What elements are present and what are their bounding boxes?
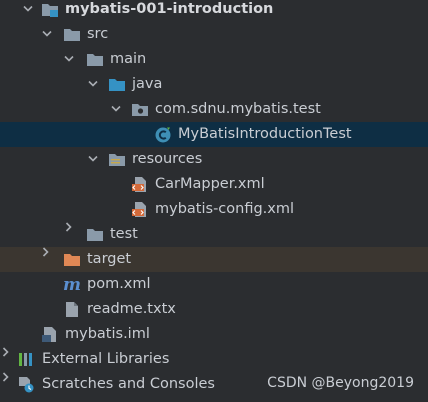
pom-label: pom.xml bbox=[87, 276, 151, 292]
car-mapper-label: CarMapper.xml bbox=[155, 176, 265, 192]
tree-row-iml[interactable]: mybatis.iml bbox=[0, 322, 428, 347]
tree-row-java[interactable]: java bbox=[0, 72, 428, 97]
tree-row-test-class[interactable]: MyBatisIntroductionTest bbox=[0, 122, 428, 147]
text-file-icon bbox=[63, 301, 81, 318]
target-label: target bbox=[87, 251, 132, 267]
project-root-label: mybatis-001-introduction bbox=[65, 1, 274, 17]
java-class-icon bbox=[154, 126, 172, 143]
resources-folder-icon bbox=[108, 151, 126, 168]
mybatis-config-label: mybatis-config.xml bbox=[155, 201, 295, 217]
chevron-down-icon[interactable] bbox=[63, 47, 75, 72]
chevron-right-icon[interactable] bbox=[41, 247, 53, 272]
iml-file-icon bbox=[41, 326, 59, 343]
tree-row-project-root[interactable]: mybatis-001-introduction bbox=[0, 0, 428, 22]
excluded-folder-icon bbox=[63, 251, 81, 268]
external-libraries-label: External Libraries bbox=[42, 351, 170, 367]
chevron-right-icon[interactable] bbox=[1, 372, 13, 397]
main-label: main bbox=[110, 51, 147, 67]
chevron-down-icon[interactable] bbox=[41, 22, 53, 47]
scratches-icon bbox=[17, 376, 35, 393]
xml-file-icon bbox=[131, 201, 149, 218]
iml-label: mybatis.iml bbox=[65, 326, 150, 342]
package-label: com.sdnu.mybatis.test bbox=[155, 101, 321, 117]
tree-row-resources[interactable]: resources bbox=[0, 147, 428, 172]
chevron-down-icon[interactable] bbox=[22, 0, 34, 22]
package-icon bbox=[131, 101, 149, 118]
tree-row-main[interactable]: main bbox=[0, 47, 428, 72]
test-class-label: MyBatisIntroductionTest bbox=[178, 126, 352, 142]
tree-row-readme[interactable]: readme.txtx bbox=[0, 297, 428, 322]
watermark-text: CSDN @Beyong2019 bbox=[267, 375, 414, 391]
chevron-down-icon[interactable] bbox=[87, 147, 99, 172]
svg-text:m: m bbox=[63, 276, 81, 293]
source-folder-icon bbox=[108, 76, 126, 93]
java-label: java bbox=[132, 76, 163, 92]
tree-row-car-mapper[interactable]: CarMapper.xml bbox=[0, 172, 428, 197]
tree-row-src[interactable]: src bbox=[0, 22, 428, 47]
tree-row-mybatis-config[interactable]: mybatis-config.xml bbox=[0, 197, 428, 222]
test-label: test bbox=[110, 226, 138, 242]
chevron-right-icon[interactable] bbox=[1, 347, 13, 372]
chevron-right-icon[interactable] bbox=[64, 222, 76, 247]
folder-icon bbox=[86, 51, 104, 68]
folder-icon bbox=[86, 226, 104, 243]
chevron-down-icon[interactable] bbox=[110, 97, 122, 122]
module-folder-icon bbox=[41, 1, 59, 18]
libraries-icon bbox=[17, 351, 35, 368]
src-label: src bbox=[87, 26, 109, 42]
tree-row-target[interactable]: target bbox=[0, 247, 428, 272]
tree-row-pom[interactable]: m pom.xml bbox=[0, 272, 428, 297]
tree-row-package[interactable]: com.sdnu.mybatis.test bbox=[0, 97, 428, 122]
chevron-down-icon[interactable] bbox=[87, 72, 99, 97]
resources-label: resources bbox=[132, 151, 203, 167]
project-tree: mybatis-001-introduction src main java c… bbox=[0, 0, 428, 402]
scratches-label: Scratches and Consoles bbox=[42, 376, 215, 392]
tree-row-external-libraries[interactable]: External Libraries bbox=[0, 347, 428, 372]
readme-label: readme.txtx bbox=[87, 301, 176, 317]
xml-file-icon bbox=[131, 176, 149, 193]
maven-icon: m bbox=[63, 275, 81, 295]
folder-icon bbox=[63, 26, 81, 43]
tree-row-test[interactable]: test bbox=[0, 222, 428, 247]
